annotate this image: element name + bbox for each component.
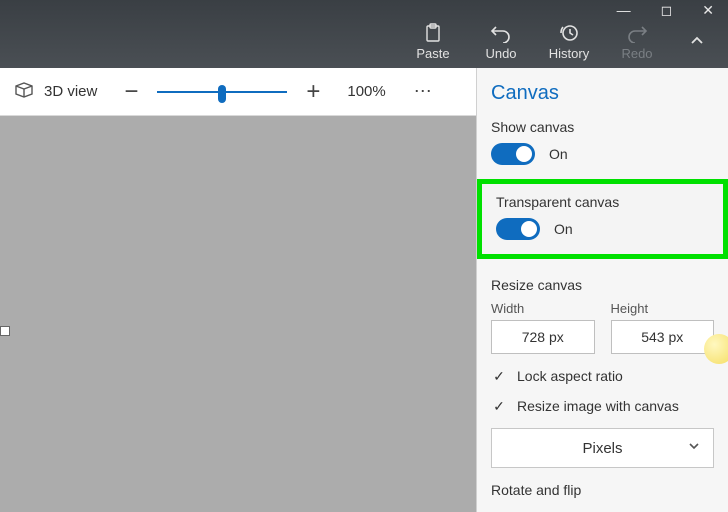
maximize-button[interactable]: ◻ <box>661 2 673 19</box>
show-canvas-state: On <box>549 146 568 162</box>
canvas-area: 3D view − + 100% ⋯ <box>0 68 476 512</box>
view-toolbar: 3D view − + 100% ⋯ <box>0 68 476 116</box>
3d-view-label: 3D view <box>44 83 97 100</box>
check-icon: ✓ <box>491 398 507 414</box>
lock-aspect-row[interactable]: ✓ Lock aspect ratio <box>491 368 714 384</box>
zoom-slider[interactable] <box>157 82 287 102</box>
resize-with-canvas-row[interactable]: ✓ Resize image with canvas <box>491 398 714 414</box>
redo-label: Redo <box>621 46 652 61</box>
titlebar: — ◻ ✕ Paste Undo History Redo <box>0 0 728 68</box>
redo-button: Redo <box>616 22 658 61</box>
undo-icon <box>490 22 512 44</box>
undo-label: Undo <box>485 46 516 61</box>
close-button[interactable]: ✕ <box>702 2 714 19</box>
transparent-canvas-state: On <box>554 221 573 237</box>
undo-button[interactable]: Undo <box>480 22 522 61</box>
resize-handle[interactable] <box>0 326 10 336</box>
slider-thumb[interactable] <box>218 85 226 103</box>
history-icon <box>558 22 580 44</box>
paste-label: Paste <box>416 46 449 61</box>
height-label: Height <box>611 301 715 316</box>
pointer-highlight <box>704 334 728 364</box>
show-canvas-label: Show canvas <box>491 119 714 135</box>
height-input[interactable] <box>611 320 715 354</box>
main-area: 3D view − + 100% ⋯ Canvas Show canvas On <box>0 68 728 512</box>
paste-button[interactable]: Paste <box>412 22 454 61</box>
resize-canvas-label: Resize canvas <box>491 277 714 293</box>
zoom-out-button[interactable]: − <box>121 78 141 106</box>
3d-view-button[interactable]: 3D view <box>14 81 97 103</box>
transparent-canvas-toggle[interactable] <box>496 218 540 240</box>
transparent-canvas-label: Transparent canvas <box>496 194 709 210</box>
canvas-surface[interactable] <box>0 116 476 512</box>
width-input[interactable] <box>491 320 595 354</box>
dimension-inputs: Width Height <box>491 301 714 354</box>
transparent-canvas-highlight: Transparent canvas On <box>477 179 728 259</box>
show-canvas-section: Show canvas On <box>491 119 714 165</box>
show-canvas-toggle[interactable] <box>491 143 535 165</box>
clipboard-icon <box>424 22 442 44</box>
history-button[interactable]: History <box>548 22 590 61</box>
window-controls: — ◻ ✕ <box>603 0 728 21</box>
chevron-down-icon <box>687 439 701 457</box>
redo-icon <box>626 22 648 44</box>
width-label: Width <box>491 301 595 316</box>
collapse-ribbon-button[interactable] <box>684 33 710 49</box>
resize-with-canvas-label: Resize image with canvas <box>517 398 679 414</box>
zoom-controls: − + <box>121 78 323 106</box>
zoom-percent: 100% <box>347 83 385 100</box>
history-label: History <box>549 46 589 61</box>
minimize-button[interactable]: — <box>617 2 631 19</box>
canvas-panel: Canvas Show canvas On Transparent canvas… <box>476 68 728 512</box>
check-icon: ✓ <box>491 368 507 384</box>
more-options-button[interactable]: ⋯ <box>414 81 434 102</box>
lock-aspect-label: Lock aspect ratio <box>517 368 623 384</box>
panel-title: Canvas <box>491 82 714 105</box>
unit-select[interactable]: Pixels <box>491 428 714 468</box>
rotate-flip-label: Rotate and flip <box>491 482 714 498</box>
cube-icon <box>14 81 34 103</box>
zoom-in-button[interactable]: + <box>303 78 323 106</box>
unit-value: Pixels <box>582 440 622 457</box>
